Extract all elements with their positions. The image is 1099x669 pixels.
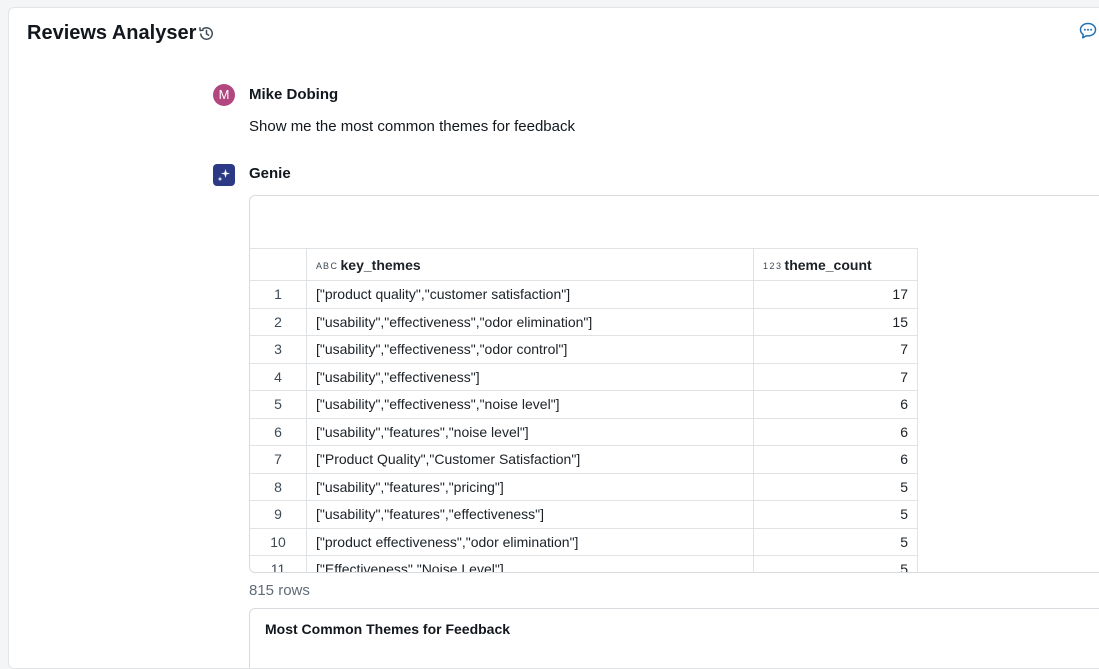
result-table: A B Ckey_themes 1 2 3 theme_count 1 ["prod… bbox=[250, 248, 918, 572]
query-result-card: A B Ckey_themes 1 2 3 theme_count 1 ["prod… bbox=[249, 195, 1099, 573]
chart-title: Most Common Themes for Feedback bbox=[265, 621, 511, 637]
table-row[interactable]: 2 ["usability","effectiveness","odor elim… bbox=[250, 307, 918, 336]
column-header-theme-count[interactable]: 1 2 3 theme_count bbox=[753, 248, 918, 281]
table-row[interactable]: 1 ["product quality","customer satisfacti… bbox=[250, 280, 918, 309]
user-avatar: M bbox=[213, 84, 235, 106]
column-label: key_themes bbox=[340, 256, 421, 273]
table-row[interactable]: 7 ["Product Quality","Customer Satisfacti… bbox=[250, 445, 918, 474]
row-index: 3 bbox=[250, 335, 307, 364]
user-message: Show me the most common themes for feedb… bbox=[249, 118, 575, 135]
number-type-icon: 1 2 3 bbox=[763, 260, 781, 271]
key-themes-cell: ["usability","features","noise level"] bbox=[306, 417, 754, 446]
index-column-header bbox=[250, 248, 307, 281]
column-label: theme_count bbox=[784, 256, 872, 273]
key-themes-cell: ["Effectiveness","Noise Level"] bbox=[306, 555, 754, 572]
row-index: 11 bbox=[250, 555, 307, 572]
theme-count-cell: 7 bbox=[753, 362, 918, 391]
key-themes-cell: ["product quality","customer satisfactio… bbox=[306, 280, 754, 309]
table-row[interactable]: 9 ["usability","features","effectiveness"… bbox=[250, 500, 918, 529]
user-name: Mike Dobing bbox=[249, 86, 339, 103]
row-index: 9 bbox=[250, 500, 307, 529]
page-title: Reviews Analyser bbox=[27, 22, 197, 44]
theme-count-cell: 6 bbox=[753, 417, 918, 446]
key-themes-cell: ["product effectiveness","odor eliminati… bbox=[306, 527, 754, 556]
row-count: 815 rows bbox=[249, 582, 310, 599]
table-row[interactable]: 4 ["usability","effectiveness"] 7 bbox=[250, 362, 918, 391]
genie-avatar bbox=[213, 164, 235, 186]
theme-count-cell: 5 bbox=[753, 472, 918, 501]
genie-panel: Reviews Analyser M Mike Dobing Show me t… bbox=[8, 7, 1099, 669]
key-themes-cell: ["usability","effectiveness"] bbox=[306, 362, 754, 391]
table-row[interactable]: 5 ["usability","effectiveness","noise lev… bbox=[250, 390, 918, 419]
history-icon[interactable] bbox=[198, 25, 215, 42]
key-themes-cell: ["usability","features","pricing"] bbox=[306, 472, 754, 501]
theme-count-cell: 7 bbox=[753, 335, 918, 364]
theme-count-cell: 15 bbox=[753, 307, 918, 336]
key-themes-cell: ["usability","features","effectiveness"] bbox=[306, 500, 754, 529]
theme-count-cell: 17 bbox=[753, 280, 918, 309]
column-header-key-themes[interactable]: A B Ckey_themes bbox=[306, 248, 754, 281]
theme-count-cell: 5 bbox=[753, 555, 918, 572]
table-row[interactable]: 6 ["usability","features","noise level"] 6 bbox=[250, 417, 918, 446]
key-themes-cell: ["usability","effectiveness","noise leve… bbox=[306, 390, 754, 419]
theme-count-cell: 6 bbox=[753, 390, 918, 419]
theme-count-cell: 6 bbox=[753, 445, 918, 474]
row-index: 7 bbox=[250, 445, 307, 474]
key-themes-cell: ["usability","effectiveness","odor contr… bbox=[306, 335, 754, 364]
row-index: 2 bbox=[250, 307, 307, 336]
row-index: 6 bbox=[250, 417, 307, 446]
theme-count-cell: 5 bbox=[753, 527, 918, 556]
genie-name: Genie bbox=[249, 165, 291, 182]
row-index: 5 bbox=[250, 390, 307, 419]
table-row[interactable]: 10 ["product effectiveness","odor elimina… bbox=[250, 527, 918, 556]
row-index: 1 bbox=[250, 280, 307, 309]
row-index: 8 bbox=[250, 472, 307, 501]
theme-count-cell: 5 bbox=[753, 500, 918, 529]
key-themes-cell: ["Product Quality","Customer Satisfactio… bbox=[306, 445, 754, 474]
key-themes-cell: ["usability","effectiveness","odor elimi… bbox=[306, 307, 754, 336]
comment-icon[interactable] bbox=[1078, 21, 1098, 41]
table-header-row: A B Ckey_themes 1 2 3 theme_count bbox=[250, 248, 918, 281]
row-index: 10 bbox=[250, 527, 307, 556]
table-row[interactable]: 11 ["Effectiveness","Noise Level"] 5 bbox=[250, 555, 918, 572]
chart-card: Most Common Themes for Feedback bbox=[249, 608, 1099, 668]
row-index: 4 bbox=[250, 362, 307, 391]
string-type-icon: A B C bbox=[316, 260, 337, 271]
table-row[interactable]: 3 ["usability","effectiveness","odor cont… bbox=[250, 335, 918, 364]
table-row[interactable]: 8 ["usability","features","pricing"] 5 bbox=[250, 472, 918, 501]
sparkle-icon bbox=[217, 169, 230, 182]
